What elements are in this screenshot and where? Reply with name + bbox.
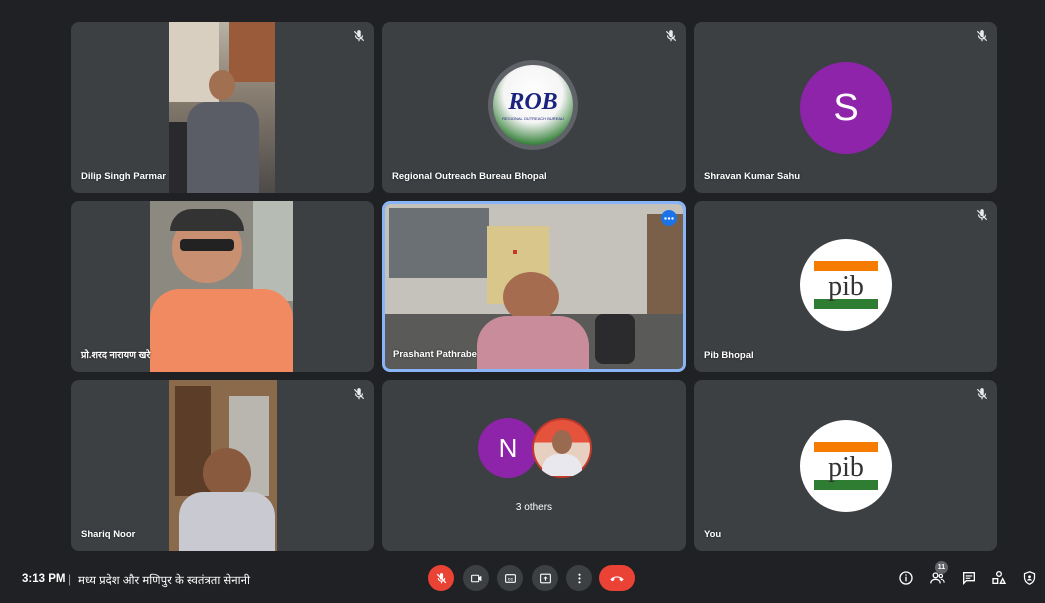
- activities-icon: [992, 571, 1007, 584]
- activities-button[interactable]: [990, 569, 1008, 587]
- participant-video: [169, 22, 275, 193]
- svg-text:CC: CC: [507, 577, 513, 581]
- camera-toggle-button[interactable]: [463, 565, 489, 591]
- participant-tile-pib-bhopal[interactable]: pib Pib Bhopal: [694, 201, 997, 372]
- chat-icon: [963, 572, 975, 585]
- participant-name: Dilip Singh Parmar: [81, 171, 166, 182]
- participant-tile-shariq[interactable]: Shariq Noor: [71, 380, 374, 551]
- participant-name: Shariq Noor: [81, 529, 136, 540]
- participant-tile-sharad[interactable]: प्रो.शरद नारायण खरे: [71, 201, 374, 372]
- participant-name: Regional Outreach Bureau Bhopal: [392, 171, 547, 182]
- separator: |: [68, 572, 72, 586]
- svg-text:pib: pib: [828, 452, 864, 483]
- mic-toggle-button[interactable]: [428, 565, 454, 591]
- leave-call-button[interactable]: [599, 565, 635, 591]
- participant-name: Prashant Pathrabe: [393, 349, 477, 360]
- info-icon: [899, 571, 913, 585]
- chat-button[interactable]: [960, 569, 978, 587]
- participant-tile-you[interactable]: pib You: [694, 380, 997, 551]
- mic-off-icon: [976, 30, 988, 42]
- info-button[interactable]: [897, 569, 915, 587]
- more-options-icon[interactable]: [661, 210, 677, 226]
- host-controls-button[interactable]: [1020, 569, 1038, 587]
- participant-tile-rob[interactable]: ROB REGIONAL OUTREACH BUREAU Regional Ou…: [382, 22, 686, 193]
- participant-video: [150, 201, 293, 372]
- hangup-icon: [610, 576, 624, 582]
- svg-text:pib: pib: [828, 271, 864, 302]
- mic-off-icon: [976, 388, 988, 400]
- mic-off-icon: [436, 572, 446, 583]
- mic-off-icon: [665, 30, 677, 42]
- participant-name: प्रो.शरद नारायण खरे: [81, 350, 151, 361]
- others-tile[interactable]: N 3 others: [382, 380, 686, 551]
- participant-tile-shravan[interactable]: S Shravan Kumar Sahu: [694, 22, 997, 193]
- pib-logo: pib: [800, 420, 892, 512]
- pib-logo: pib: [800, 239, 892, 331]
- bottom-bar: 3:13 PM | मध्य प्रदेश और मणिपुर के स्वतं…: [0, 551, 1045, 603]
- present-button[interactable]: [532, 565, 558, 591]
- host-controls-icon: [1023, 571, 1035, 585]
- people-button[interactable]: 11: [928, 561, 948, 587]
- present-icon: [539, 573, 551, 583]
- camera-icon: [470, 574, 481, 582]
- participant-tile-prashant[interactable]: Prashant Pathrabe: [382, 201, 686, 372]
- people-count-badge: 11: [935, 561, 948, 574]
- mic-off-icon: [353, 30, 365, 42]
- mic-off-icon: [353, 388, 365, 400]
- participant-video: [385, 204, 683, 369]
- avatar: N: [478, 418, 538, 478]
- more-options-button[interactable]: [566, 565, 592, 591]
- avatar: S: [800, 62, 892, 154]
- participant-name: Shravan Kumar Sahu: [704, 171, 801, 182]
- more-icon: [577, 573, 581, 583]
- rob-logo: ROB REGIONAL OUTREACH BUREAU: [488, 60, 578, 150]
- captions-button[interactable]: CC: [497, 565, 523, 591]
- captions-icon: CC: [504, 573, 516, 583]
- participant-tile-dilip[interactable]: Dilip Singh Parmar: [71, 22, 374, 193]
- participant-name: You: [704, 529, 722, 540]
- avatar: [532, 418, 592, 478]
- meeting-time: 3:13 PM: [22, 573, 66, 585]
- mic-off-icon: [976, 209, 988, 221]
- participant-video: [169, 380, 277, 551]
- others-label: 3 others: [515, 502, 553, 513]
- participant-name: Pib Bhopal: [704, 350, 754, 361]
- meeting-title: मध्य प्रदेश और मणिपुर के स्वतंत्रता सेना…: [78, 575, 251, 587]
